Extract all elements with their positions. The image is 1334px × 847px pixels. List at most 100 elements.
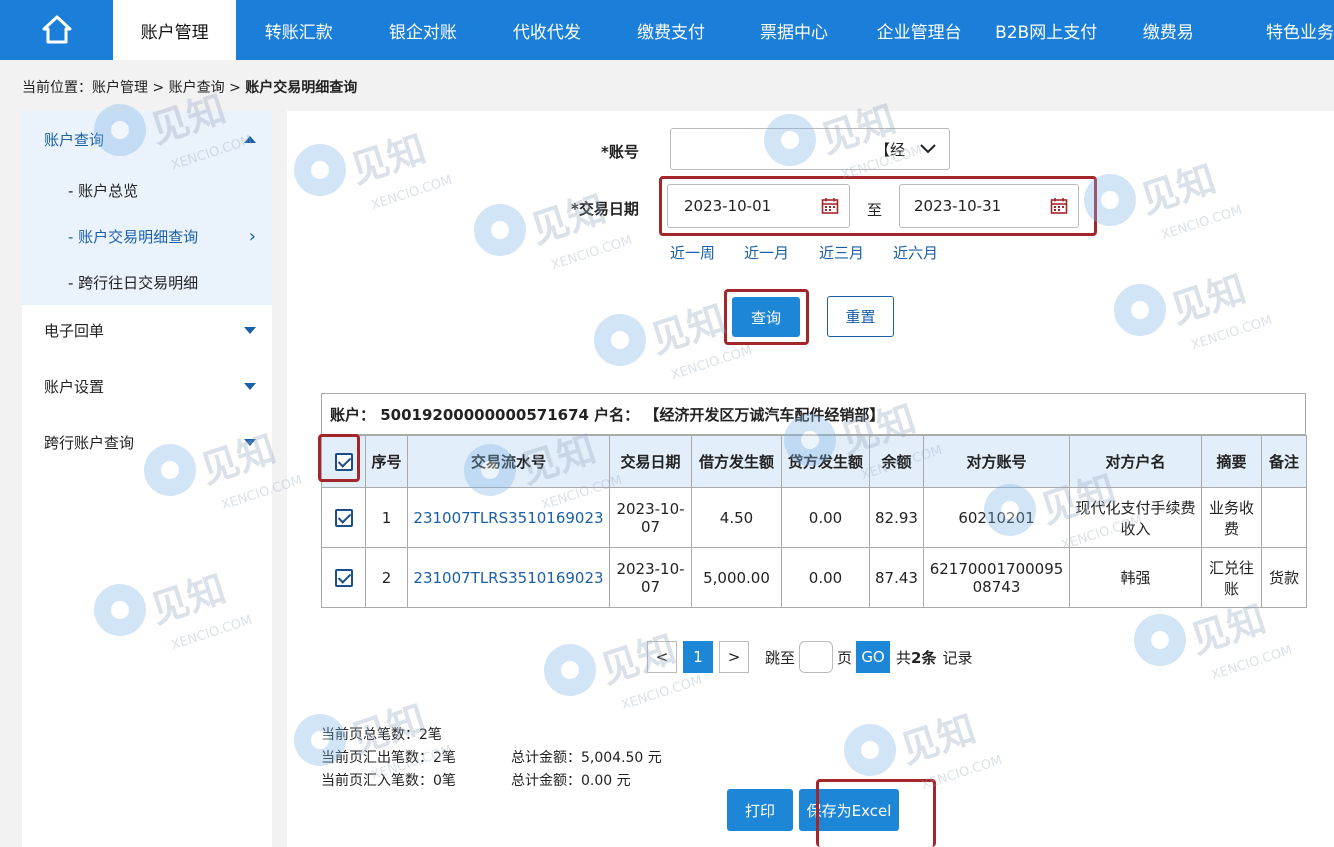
nav-bill-center[interactable]: 票据中心	[733, 0, 856, 60]
date-start-value: 2023-10-01	[684, 197, 772, 215]
row-select-cell[interactable]	[321, 547, 366, 608]
nav-b2b-payment[interactable]: B2B网上支付	[983, 0, 1110, 60]
table-cell: 87.43	[869, 547, 924, 608]
quick-range-6months[interactable]: 近六月	[893, 242, 938, 263]
row-select-cell[interactable]	[321, 487, 366, 548]
table-cell: 1	[365, 487, 408, 548]
quick-range-week[interactable]: 近一周	[670, 242, 715, 263]
sidebar-item-interbank-history[interactable]: - 跨行往日交易明细	[22, 259, 272, 305]
table-cell: 2	[365, 547, 408, 608]
account-select[interactable]: 【经	[670, 128, 950, 170]
table-cell: 2023-10-07	[609, 487, 692, 548]
date-separator: 至	[867, 201, 883, 219]
sidebar-group-label: 账户查询	[44, 130, 105, 149]
table-cell: 4.50	[691, 487, 782, 548]
column-header[interactable]: 交易流水号	[407, 435, 610, 488]
caret-down-icon	[244, 382, 256, 390]
summary-page-total: 当前页总笔数：2笔	[321, 727, 442, 743]
table-cell: 2023-10-07	[609, 547, 692, 608]
jump-page-input[interactable]	[799, 641, 834, 673]
summary-page-in: 当前页汇入笔数：0笔	[321, 773, 456, 789]
pagination: < 1 > 跳至 页 GO 共 2条 记录	[647, 641, 973, 673]
column-header[interactable]: 序号	[365, 435, 408, 488]
chevron-right-icon: ›	[248, 225, 256, 247]
quick-range-3months[interactable]: 近三月	[819, 242, 864, 263]
top-nav: 账户管理 转账汇款 银企对账 代收代发 缴费支付 票据中心 企业管理台 B2B网…	[0, 0, 1334, 60]
table-header-row: 序号 交易流水号 交易日期 借方发生额 贷方发生额 余额 对方账号 对方户名 摘…	[321, 435, 1307, 488]
table-cell: 汇兑往账	[1201, 547, 1262, 608]
table-row: 2 231007TLRS3510169023 2023-10-07 5,000.…	[321, 547, 1307, 608]
calendar-icon[interactable]	[821, 197, 839, 215]
sidebar-group-label: 跨行账户查询	[44, 433, 135, 452]
column-header[interactable]: 对方户名	[1069, 435, 1202, 488]
home-button[interactable]	[0, 0, 113, 60]
table-cell: 82.93	[869, 487, 924, 548]
column-header[interactable]: 备注	[1261, 435, 1307, 488]
date-label: *交易日期	[571, 200, 639, 218]
print-button[interactable]: 打印	[727, 789, 793, 831]
column-header[interactable]: 余额	[869, 435, 924, 488]
table-row: 1 231007TLRS3510169023 2023-10-07 4.50 0…	[321, 487, 1307, 548]
breadcrumb: 当前位置：账户管理 > 账户查询 > 账户交易明细查询	[22, 77, 357, 97]
next-page-button[interactable]: >	[719, 641, 749, 673]
sidebar-item-label: - 账户交易明细查询	[68, 227, 199, 246]
summary-out-amount: 总计金额：5,004.50 元	[511, 750, 662, 766]
account-info-bar: 账户： 50019200000000571674 户名： 【经济开发区万诚汽车配…	[321, 393, 1306, 435]
summary-in-amount: 总计金额：0.00 元	[511, 773, 631, 789]
sidebar-item-label: - 账户总览	[68, 181, 139, 200]
prev-page-button[interactable]: <	[647, 641, 677, 673]
query-button[interactable]: 查询	[732, 297, 800, 337]
table-cell: 60210201	[923, 487, 1070, 548]
calendar-icon[interactable]	[1050, 197, 1068, 215]
column-header[interactable]: 对方账号	[923, 435, 1070, 488]
sidebar-group-account-query[interactable]: 账户查询	[22, 111, 272, 167]
nav-transfer[interactable]: 转账汇款	[236, 0, 361, 60]
date-end-value: 2023-10-31	[914, 197, 1002, 215]
sidebar-group-e-receipt[interactable]: 电子回单	[22, 307, 272, 353]
transaction-id-link[interactable]: 231007TLRS3510169023	[407, 547, 610, 608]
account-select-value: 【经	[874, 140, 905, 159]
sidebar: 账户查询 - 账户总览 - 账户交易明细查询 › - 跨行往日交易明细 电子回单…	[22, 111, 272, 847]
sidebar-group-account-settings[interactable]: 账户设置	[22, 363, 272, 409]
table-cell: 货款	[1261, 547, 1307, 608]
sidebar-group-label: 账户设置	[44, 377, 105, 396]
column-header[interactable]: 贷方发生额	[781, 435, 870, 488]
column-header[interactable]: 交易日期	[609, 435, 692, 488]
nav-fee-payment[interactable]: 缴费支付	[609, 0, 732, 60]
nav-reconciliation[interactable]: 银企对账	[361, 0, 484, 60]
sidebar-group-interbank-query[interactable]: 跨行账户查询	[22, 419, 272, 465]
transaction-id-link[interactable]: 231007TLRS3510169023	[407, 487, 610, 548]
main-panel: *账号 【经 *交易日期 2023-10-01 至 2023-10-31 近一周…	[287, 111, 1334, 847]
highlight-frame-select-all	[318, 434, 360, 482]
breadcrumb-path[interactable]: 账户管理 > 账户查询 >	[92, 80, 245, 96]
account-label: *账号	[601, 143, 639, 161]
column-header[interactable]: 借方发生额	[691, 435, 782, 488]
nav-enterprise-console[interactable]: 企业管理台	[856, 0, 983, 60]
page-1-button[interactable]: 1	[683, 641, 713, 673]
sidebar-item-label: - 跨行往日交易明细	[68, 273, 199, 292]
chevron-down-icon	[920, 144, 936, 154]
sidebar-item-account-overview[interactable]: - 账户总览	[22, 167, 272, 213]
sidebar-group-label: 电子回单	[44, 321, 105, 340]
reset-button[interactable]: 重置	[827, 296, 894, 337]
table-cell: 0.00	[781, 547, 870, 608]
table-cell: 5,000.00	[691, 547, 782, 608]
table-cell: 韩强	[1069, 547, 1202, 608]
nav-account-management[interactable]: 账户管理	[113, 0, 237, 60]
go-button[interactable]: GO	[856, 641, 891, 673]
sidebar-item-transaction-detail[interactable]: - 账户交易明细查询 ›	[22, 213, 272, 259]
row-checkbox[interactable]	[334, 568, 353, 587]
caret-up-icon	[244, 135, 256, 143]
nav-collection-payment[interactable]: 代收代发	[484, 0, 609, 60]
table-cell	[1261, 487, 1307, 548]
highlight-frame-excel	[816, 779, 936, 847]
quick-range-month[interactable]: 近一月	[744, 242, 789, 263]
date-start-input[interactable]: 2023-10-01	[667, 184, 850, 228]
row-checkbox[interactable]	[334, 508, 353, 527]
caret-down-icon	[244, 438, 256, 446]
caret-down-icon	[244, 326, 256, 334]
nav-fee-easy[interactable]: 缴费易	[1110, 0, 1227, 60]
column-header[interactable]: 摘要	[1201, 435, 1262, 488]
nav-special-business[interactable]: 特色业务	[1227, 0, 1334, 60]
date-end-input[interactable]: 2023-10-31	[899, 184, 1079, 228]
